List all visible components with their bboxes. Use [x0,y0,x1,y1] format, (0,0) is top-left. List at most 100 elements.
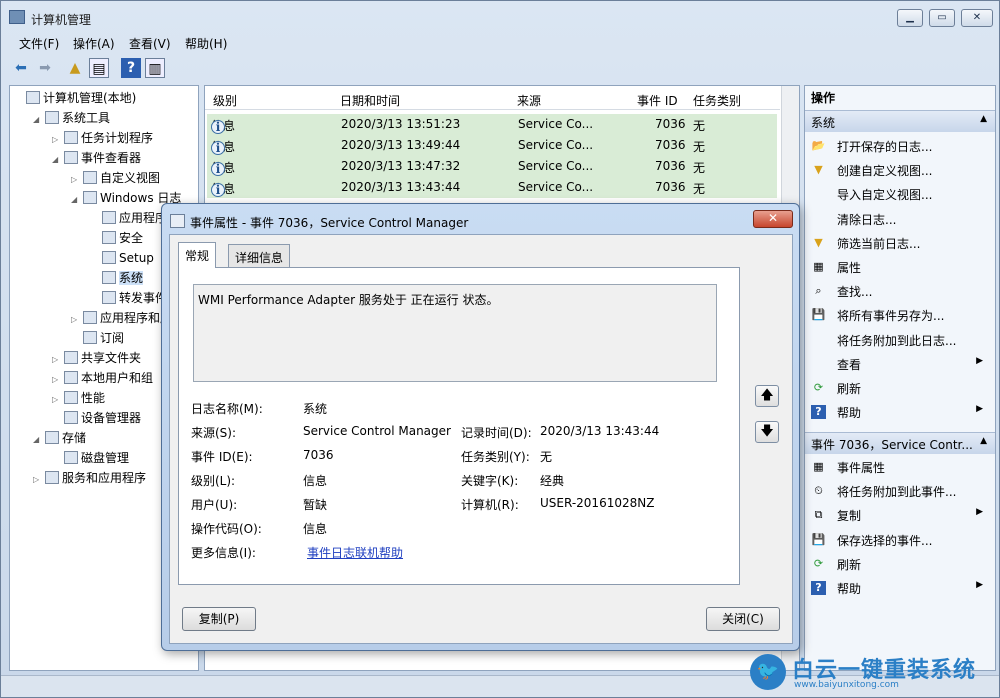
expander-icon[interactable]: ▷ [71,170,81,190]
action-icon: ⟳ [811,557,826,571]
dialog-body: 常规 详细信息 WMI Performance Adapter 服务处于 正在运… [169,234,793,644]
action-item[interactable]: 📂打开保存的日志... [805,134,995,158]
tree-item[interactable]: ▷自定义视图 [71,168,160,188]
tree-item-label: 订阅 [100,331,124,345]
value-source[interactable]: Service Control Manager [303,424,451,438]
tree-item[interactable]: 磁盘管理 [52,448,129,468]
table-row[interactable]: i信息2020/3/13 13:43:44Service Co...7036无 [207,177,777,198]
table-row[interactable]: i信息2020/3/13 13:47:32Service Co...7036无 [207,156,777,177]
action-item[interactable]: ⏲将任务附加到此事件... [805,479,995,503]
tree-item[interactable]: ▷性能 [52,388,105,408]
tree-item[interactable]: 设备管理器 [52,408,141,428]
close-dialog-button[interactable]: 关闭(C) [706,607,780,631]
tree-item[interactable]: 转发事件 [90,288,167,308]
expander-icon[interactable]: ◢ [33,430,43,450]
table-row[interactable]: i信息2020/3/13 13:49:44Service Co...7036无 [207,135,777,156]
expander-icon[interactable]: ▷ [52,130,62,150]
action-item[interactable]: ⟳刷新 [805,552,995,576]
actions-section-system[interactable]: 系统▲ [805,110,995,132]
tree-item[interactable]: 计算机管理(本地) [14,88,136,108]
action-label: 查找... [837,285,872,299]
action-item[interactable]: ?帮助▶ [805,400,995,424]
menu-view[interactable]: 查看(V) [129,35,171,52]
expander-icon[interactable]: ▷ [52,370,62,390]
action-item[interactable]: 将任务附加到此日志... [805,328,995,352]
action-item[interactable]: ?帮助▶ [805,576,995,600]
tree-item[interactable]: Setup [90,248,154,268]
col-level[interactable]: 级别 [213,92,237,109]
tree-item[interactable]: ◢存储 [33,428,86,448]
value-keywords[interactable]: 经典 [540,472,564,489]
action-item[interactable]: 💾保存选择的事件... [805,528,995,552]
up-folder-icon[interactable]: ▲ [65,58,85,78]
next-event-button[interactable]: 🡇 [755,421,779,443]
show-hide-tree-icon[interactable]: ▤ [89,58,109,78]
value-user[interactable]: 暂缺 [303,496,327,513]
tree-item[interactable]: ▷服务和应用程序 [33,468,146,488]
expander-icon[interactable]: ◢ [71,190,81,210]
tab-general[interactable]: 常规 [178,242,216,268]
value-logged[interactable]: 2020/3/13 13:43:44 [540,424,659,438]
tree-item[interactable]: 系统 [90,268,143,288]
section-event-label: 事件 7036，Service Contr... [811,438,973,452]
value-task-category[interactable]: 无 [540,448,552,465]
expander-icon[interactable]: ▷ [71,310,81,330]
copy-button[interactable]: 复制(P) [182,607,256,631]
actions-section-event[interactable]: 事件 7036，Service Contr...▲ [805,432,995,454]
tree-item[interactable]: ▷本地用户和组 [52,368,153,388]
action-item[interactable]: 查看▶ [805,352,995,376]
dialog-close-button[interactable]: ✕ [753,210,793,228]
menu-action[interactable]: 操作(A) [73,35,115,52]
expander-icon[interactable]: ▷ [52,390,62,410]
action-item[interactable]: ▦属性 [805,255,995,279]
menu-file[interactable]: 文件(F) [19,35,59,52]
maximize-button[interactable]: ▭ [929,9,955,27]
show-hide-action-pane-icon[interactable]: ▥ [145,58,165,78]
previous-event-button[interactable]: 🡅 [755,385,779,407]
tree-item[interactable]: ▷应用程序和服 [71,308,172,328]
value-event-id[interactable]: 7036 [303,448,334,462]
table-row[interactable]: i信息2020/3/13 13:51:23Service Co...7036无 [207,114,777,135]
action-item[interactable]: ⌕查找... [805,279,995,303]
action-item[interactable]: ▦事件属性 [805,455,995,479]
expander-icon[interactable]: ▷ [33,470,43,490]
menu-help[interactable]: 帮助(H) [185,35,227,52]
expander-icon[interactable]: ◢ [52,150,62,170]
action-item[interactable]: ⟳刷新 [805,376,995,400]
action-item[interactable]: 导入自定义视图... [805,182,995,206]
tab-details[interactable]: 详细信息 [228,244,290,268]
tree-item[interactable]: ▷任务计划程序 [52,128,153,148]
tree-item[interactable]: ▷共享文件夹 [52,348,141,368]
action-item[interactable]: ⧉复制▶ [805,503,995,527]
help-icon[interactable]: ? [121,58,141,78]
tree-item[interactable]: 应用程序 [90,208,167,228]
action-item[interactable]: 💾将所有事件另存为... [805,303,995,327]
action-item[interactable]: 清除日志... [805,207,995,231]
value-log-name[interactable]: 系统 [303,400,327,417]
value-opcode[interactable]: 信息 [303,520,327,537]
tree-item[interactable]: ◢系统工具 [33,108,110,128]
col-event-id[interactable]: 事件 ID [637,92,678,109]
tree-item[interactable]: 订阅 [71,328,124,348]
value-computer[interactable]: USER-20161028NZ [540,496,654,510]
event-description[interactable]: WMI Performance Adapter 服务处于 正在运行 状态。 [193,284,717,382]
back-arrow-icon[interactable]: ⬅ [11,58,31,78]
col-task-category[interactable]: 任务类别 [693,92,741,109]
expander-icon[interactable]: ▷ [52,350,62,370]
action-item[interactable]: ▼创建自定义视图... [805,158,995,182]
col-source[interactable]: 来源 [517,92,541,109]
tree-node-icon [64,371,78,384]
close-window-button[interactable]: ✕ [961,9,993,27]
forward-arrow-icon[interactable]: ➡ [35,58,55,78]
tree-item[interactable]: 安全 [90,228,143,248]
online-help-link[interactable]: 事件日志联机帮助 [307,544,403,561]
label-more-info: 更多信息(I): [191,544,256,561]
cell-task: 无 [693,159,705,176]
label-computer: 计算机(R): [461,496,519,513]
action-item[interactable]: ▼筛选当前日志... [805,231,995,255]
expander-icon[interactable]: ◢ [33,110,43,130]
col-datetime[interactable]: 日期和时间 [340,92,400,109]
value-level[interactable]: 信息 [303,472,327,489]
tree-item[interactable]: ◢事件查看器 [52,148,141,168]
minimize-button[interactable]: ▁ [897,9,923,27]
